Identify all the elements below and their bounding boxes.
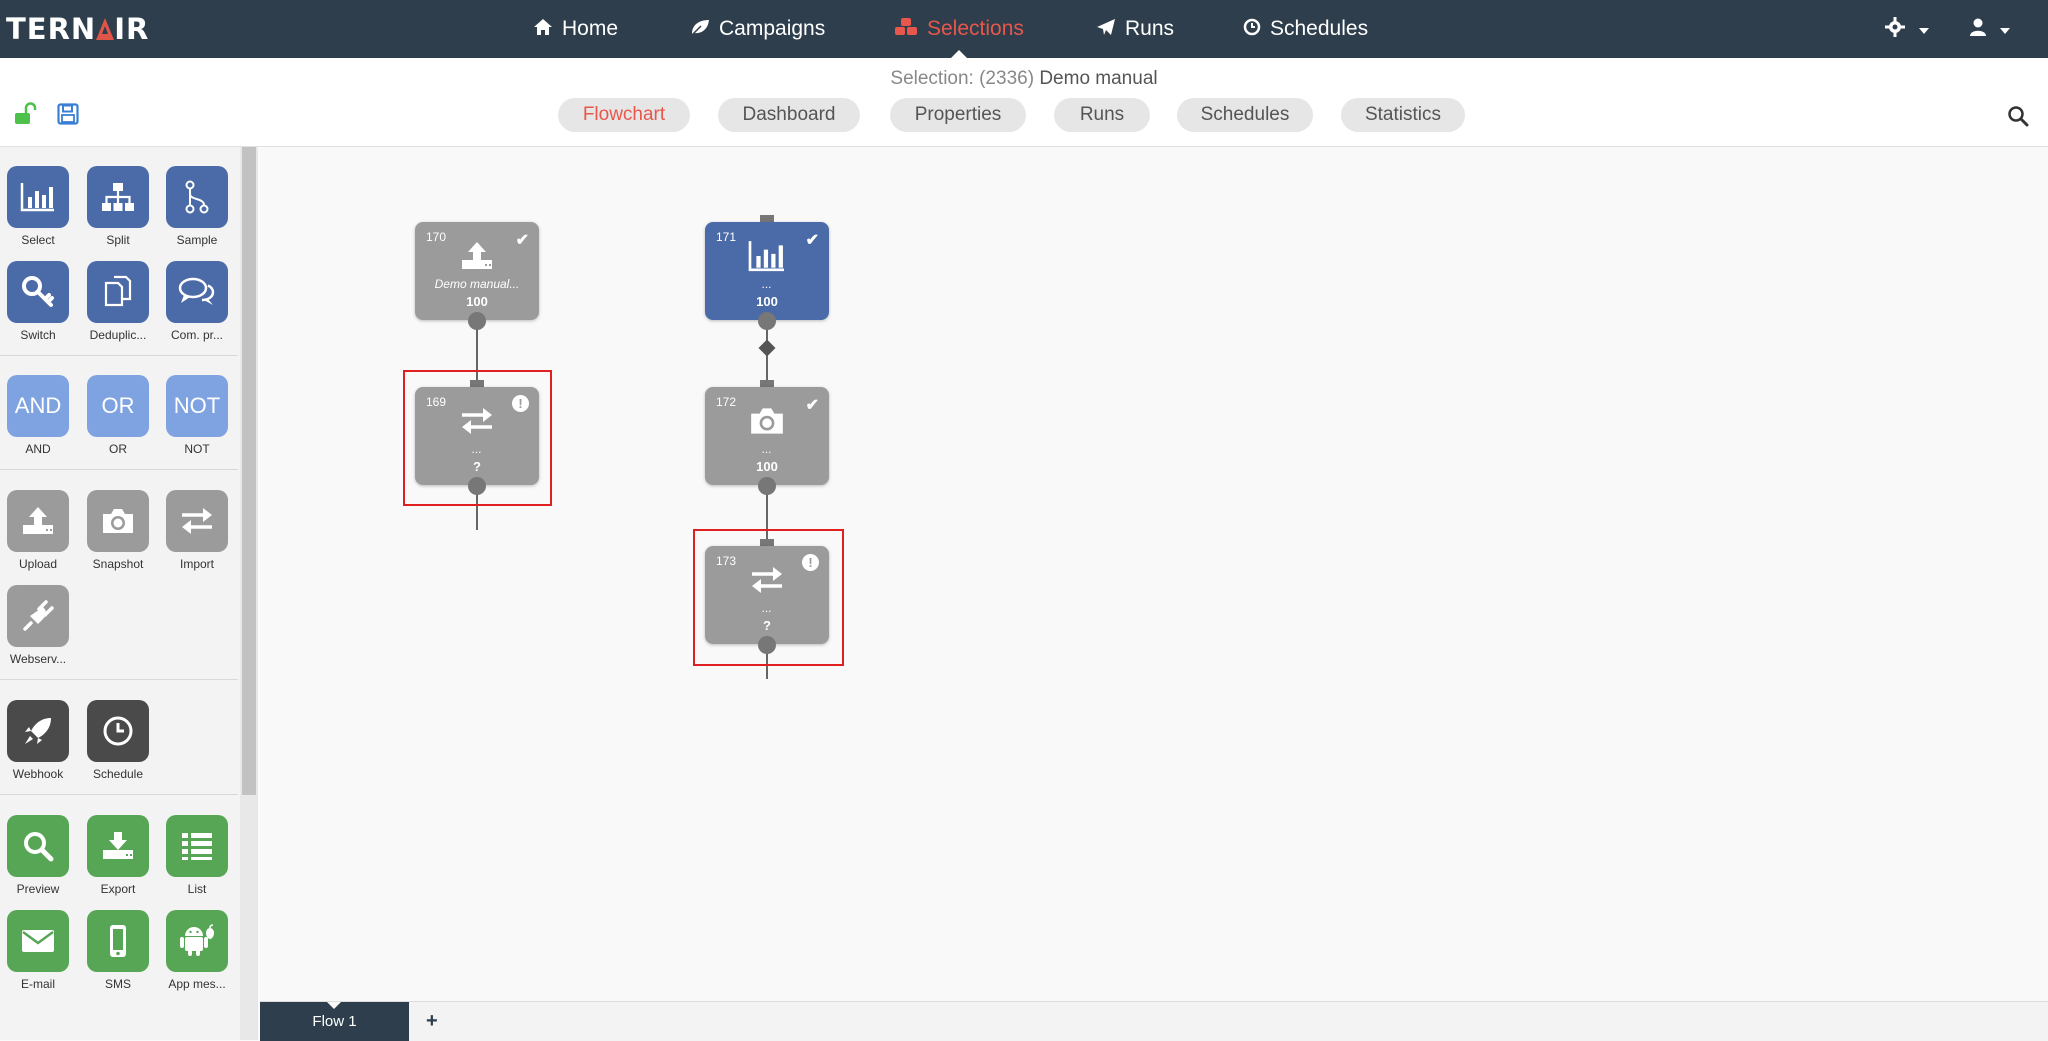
tool-switch[interactable]: Switch xyxy=(7,261,69,342)
envelope-icon xyxy=(7,910,69,972)
tool-list[interactable]: List xyxy=(166,815,228,896)
exchange-icon xyxy=(166,490,228,552)
flowchart-canvas[interactable]: 170 ✔ Demo manual... 100 169 ! ... ? 171… xyxy=(260,147,2048,1001)
tool-export[interactable]: Export xyxy=(87,815,149,896)
palette-divider xyxy=(0,794,238,795)
comments-icon xyxy=(166,261,228,323)
android-apple-icon xyxy=(166,910,228,972)
upload-icon xyxy=(7,490,69,552)
tab-flowchart[interactable]: Flowchart xyxy=(558,98,690,132)
tool-select[interactable]: Select xyxy=(7,166,69,247)
camera-icon xyxy=(705,403,829,439)
tool-preview[interactable]: Preview xyxy=(7,815,69,896)
ternair-logo[interactable]: TERN IR xyxy=(6,12,149,46)
tool-sample[interactable]: Sample xyxy=(166,166,228,247)
nav-campaigns[interactable]: Campaigns xyxy=(690,0,825,58)
nav-schedules[interactable]: Schedules xyxy=(1243,0,1368,58)
top-navbar: TERN IR Home Campaigns Selections Runs Sc… xyxy=(0,0,2048,58)
palette-divider xyxy=(0,355,238,356)
plug-icon xyxy=(7,585,69,647)
search-icon xyxy=(7,815,69,877)
node-upload-170[interactable]: 170 ✔ Demo manual... 100 xyxy=(415,222,539,320)
node-170-output-port[interactable] xyxy=(468,312,486,330)
clock-icon xyxy=(1243,18,1261,41)
nav-home-label: Home xyxy=(562,17,619,40)
nav-selections[interactable]: Selections xyxy=(894,0,1024,58)
rocket-icon xyxy=(7,700,69,762)
nav-runs-label: Runs xyxy=(1125,17,1175,40)
leaf-icon xyxy=(690,18,710,41)
palette-divider xyxy=(0,679,238,680)
tool-sms[interactable]: SMS xyxy=(87,910,149,991)
tool-appmsg[interactable]: App mes... xyxy=(166,910,228,991)
bar-chart-icon xyxy=(705,238,829,274)
save-icon[interactable] xyxy=(57,103,79,130)
nav-runs[interactable]: Runs xyxy=(1096,0,1174,58)
chevron-down-icon xyxy=(1918,28,1929,34)
tab-properties[interactable]: Properties xyxy=(890,98,1026,132)
user-menu[interactable] xyxy=(1970,17,2010,43)
chevron-down-icon xyxy=(1999,28,2010,34)
tool-webhook[interactable]: Webhook xyxy=(7,700,69,781)
tab-dashboard[interactable]: Dashboard xyxy=(718,98,860,132)
settings-menu[interactable] xyxy=(1885,17,1929,43)
tab-schedules[interactable]: Schedules xyxy=(1177,98,1313,132)
highlight-box-173 xyxy=(693,529,844,666)
tool-compr[interactable]: Com. pr... xyxy=(166,261,228,342)
tab-runs[interactable]: Runs xyxy=(1054,98,1150,132)
camera-icon xyxy=(87,490,149,552)
connector-diamond xyxy=(758,339,776,357)
selection-title: Selection: (2336) Demo manual xyxy=(890,68,1158,89)
tool-and[interactable]: AND AND xyxy=(7,375,69,456)
nav-campaigns-label: Campaigns xyxy=(719,17,826,40)
tool-schedule[interactable]: Schedule xyxy=(87,700,149,781)
nav-home[interactable]: Home xyxy=(533,0,618,58)
node-select-171[interactable]: 171 ✔ ... 100 xyxy=(705,222,829,320)
palette-scrollbar[interactable] xyxy=(240,147,258,1040)
nav-schedules-label: Schedules xyxy=(1270,17,1369,40)
node-171-output-port[interactable] xyxy=(758,312,776,330)
download-icon xyxy=(87,815,149,877)
node-snapshot-172[interactable]: 172 ✔ ... 100 xyxy=(705,387,829,485)
gear-icon xyxy=(1885,17,1911,42)
home-icon xyxy=(533,18,553,41)
tab-statistics[interactable]: Statistics xyxy=(1341,98,1465,132)
bar-chart-icon xyxy=(7,166,69,228)
tool-not[interactable]: NOT NOT xyxy=(166,375,228,456)
highlight-box-169 xyxy=(403,370,552,506)
search-icon[interactable] xyxy=(2007,105,2029,132)
sitemap-icon xyxy=(87,166,149,228)
upload-icon xyxy=(415,238,539,274)
nav-selections-label: Selections xyxy=(927,17,1024,40)
logo-triangle-icon xyxy=(96,18,115,40)
copy-icon xyxy=(87,261,149,323)
tool-or[interactable]: OR OR xyxy=(87,375,149,456)
tool-webservice[interactable]: Webserv... xyxy=(7,585,69,666)
selection-header: Selection: (2336) Demo manual Flowchart … xyxy=(0,58,2048,147)
tool-split[interactable]: Split xyxy=(87,166,149,247)
tool-email[interactable]: E-mail xyxy=(7,910,69,991)
key-icon xyxy=(7,261,69,323)
tool-import[interactable]: Import xyxy=(166,490,228,571)
tool-deduplicate[interactable]: Deduplic... xyxy=(87,261,149,342)
user-icon xyxy=(1970,18,1992,42)
paper-plane-icon xyxy=(1096,18,1116,41)
clock-icon xyxy=(87,700,149,762)
cubes-icon xyxy=(894,17,918,42)
node-172-output-port[interactable] xyxy=(758,477,776,495)
add-flow-button[interactable]: + xyxy=(426,1010,438,1033)
flow-tabs-bar: Flow 1 + xyxy=(260,1001,2048,1041)
branch-icon xyxy=(166,166,228,228)
tool-upload[interactable]: Upload xyxy=(7,490,69,571)
list-icon xyxy=(166,815,228,877)
palette-divider xyxy=(0,469,238,470)
unlock-icon[interactable] xyxy=(14,102,38,131)
flow-tab-1[interactable]: Flow 1 xyxy=(260,1002,409,1041)
palette-scrollbar-thumb[interactable] xyxy=(242,147,256,795)
mobile-icon xyxy=(87,910,149,972)
tool-snapshot[interactable]: Snapshot xyxy=(87,490,149,571)
tool-palette: Select Split Sample Switch Deduplic... C… xyxy=(0,147,240,1040)
